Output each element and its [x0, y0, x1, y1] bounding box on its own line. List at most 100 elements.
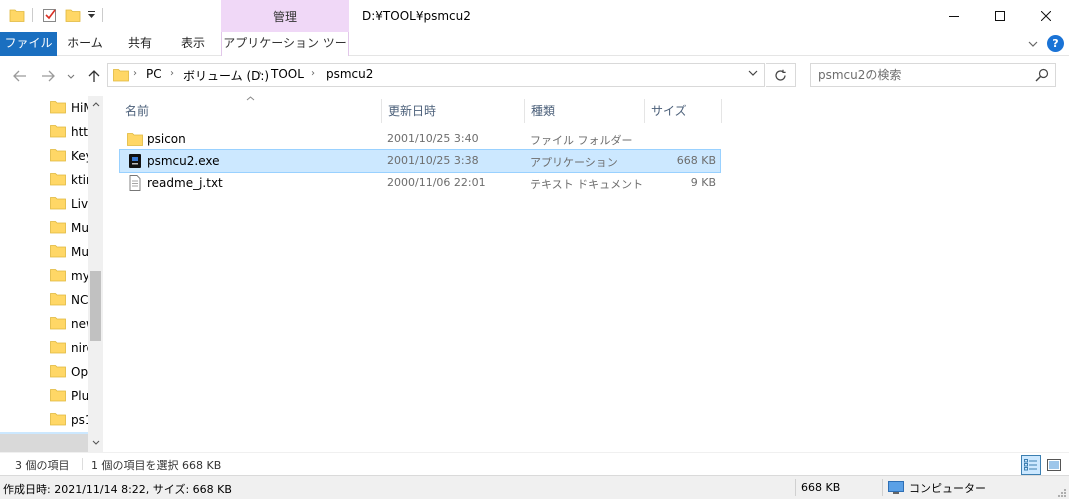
forward-arrow-icon[interactable] [37, 65, 59, 87]
nav-pane-scrollbar[interactable] [88, 96, 103, 452]
computer-icon [888, 481, 904, 494]
location-info: コンピューター [888, 479, 986, 497]
nav-item[interactable]: my [0, 264, 88, 288]
file-name: psicon [147, 132, 186, 146]
file-date: 2001/10/25 3:38 [387, 154, 479, 167]
location-label: コンピューター [909, 482, 986, 495]
nav-item[interactable]: NC [0, 288, 88, 312]
nav-item[interactable]: ps1 [0, 408, 88, 432]
tab-share[interactable]: 共有 [115, 32, 165, 56]
new-folder-icon[interactable] [65, 7, 81, 23]
item-count: 3 個の項目 [15, 459, 70, 472]
column-header-date[interactable]: 更新日時 [381, 99, 524, 123]
nav-item-label: NC [71, 293, 88, 307]
nav-item-label: Mu [71, 245, 88, 259]
address-bar[interactable]: › PC › ボリューム (D:) › TOOL › psmcu2 [107, 63, 765, 87]
nav-item[interactable]: http [0, 120, 88, 144]
file-type: ファイル フォルダー [530, 134, 633, 147]
breadcrumb-chevron-icon[interactable]: › [133, 68, 137, 79]
scroll-down-icon[interactable] [88, 436, 103, 450]
window-title: D:¥TOOL¥psmcu2 [362, 9, 471, 23]
address-history-chevron-icon[interactable] [748, 68, 758, 79]
folder-icon [50, 412, 66, 426]
folder-icon [50, 364, 66, 378]
nav-item[interactable]: niro [0, 336, 88, 360]
large-icons-view-button[interactable] [1044, 455, 1064, 475]
ribbon-tabs: ファイル ホーム 共有 表示 アプリケーション ツール ? [0, 32, 1069, 72]
expand-ribbon-chevron-icon[interactable] [1025, 36, 1041, 52]
close-button[interactable] [1023, 0, 1069, 32]
breadcrumb-chevron-icon[interactable]: › [311, 68, 315, 79]
customize-toolbar-dropdown-icon[interactable] [86, 7, 96, 23]
nav-item-label: Plu [71, 389, 88, 403]
tab-file[interactable]: ファイル [0, 32, 57, 56]
column-header-name[interactable]: 名前 [119, 99, 381, 123]
info-divider [795, 479, 796, 496]
column-header-size[interactable]: サイズ [644, 99, 722, 123]
nav-item[interactable]: Mu [0, 240, 88, 264]
breadcrumb-tool[interactable]: TOOL [271, 67, 304, 81]
search-icon[interactable] [1035, 68, 1049, 82]
nav-item[interactable]: Live [0, 192, 88, 216]
nav-item[interactable]: HiM [0, 96, 88, 120]
file-size-info: 668 KB [801, 481, 841, 494]
help-icon[interactable]: ? [1047, 35, 1064, 52]
nav-item-label: new [71, 317, 88, 331]
properties-icon[interactable] [42, 7, 58, 23]
folder-icon [50, 268, 66, 282]
file-list[interactable]: 名前 更新日時 種類 サイズ psicon 2001/10/25 3:40 ファ… [103, 96, 1069, 452]
breadcrumb-psmcu2[interactable]: psmcu2 [326, 67, 373, 81]
nav-item-label: ktin [71, 173, 88, 187]
nav-item-label: my [71, 269, 88, 283]
nav-item[interactable]: Plu [0, 384, 88, 408]
recent-locations-chevron-icon[interactable] [62, 65, 80, 87]
file-row[interactable]: psicon 2001/10/25 3:40 ファイル フォルダー [120, 128, 720, 150]
toolbar-separator [102, 8, 103, 22]
resize-grip-icon[interactable] [1057, 487, 1067, 497]
nav-item[interactable]: ktin [0, 168, 88, 192]
file-date: 2001/10/25 3:40 [387, 132, 479, 145]
folder-icon[interactable] [9, 7, 25, 23]
tab-home[interactable]: ホーム [60, 32, 110, 56]
tab-view[interactable]: 表示 [168, 32, 218, 56]
file-name: psmcu2.exe [147, 154, 220, 168]
file-row-selected[interactable]: psmcu2.exe 2001/10/25 3:38 アプリケーション 668 … [119, 149, 721, 173]
folder-icon [50, 148, 66, 162]
info-divider [882, 479, 883, 496]
scrollbar-thumb[interactable] [90, 271, 101, 341]
selection-info: 1 個の項目を選択 668 KB [91, 459, 222, 472]
nav-item[interactable]: Key [0, 144, 88, 168]
up-arrow-icon[interactable] [83, 65, 105, 87]
nav-item[interactable]: Mu [0, 216, 88, 240]
search-input[interactable] [811, 64, 1031, 86]
breadcrumb-pc[interactable]: PC [146, 67, 162, 81]
nav-item[interactable]: new [0, 312, 88, 336]
column-header-type[interactable]: 種類 [524, 99, 644, 123]
details-view-button[interactable] [1021, 455, 1041, 475]
folder-icon [50, 340, 66, 354]
nav-item-label: Ope [71, 365, 88, 379]
refresh-icon [775, 69, 786, 81]
tab-application-tools[interactable]: アプリケーション ツール [221, 32, 349, 72]
file-type: アプリケーション [530, 156, 618, 169]
refresh-button[interactable] [766, 63, 796, 87]
folder-icon [50, 124, 66, 138]
search-box[interactable] [810, 63, 1056, 87]
file-row[interactable]: readme_j.txt 2000/11/06 22:01 テキスト ドキュメン… [120, 172, 720, 194]
maximize-button[interactable] [977, 0, 1023, 32]
scroll-up-icon[interactable] [88, 98, 103, 112]
status-separator [82, 458, 83, 470]
breadcrumb-volume-d[interactable]: ボリューム (D:) [183, 67, 269, 84]
breadcrumb-chevron-icon[interactable]: › [258, 68, 262, 79]
nav-item-label: Key [71, 149, 88, 163]
status-bar: 3 個の項目 1 個の項目を選択 668 KB [0, 452, 1069, 475]
back-arrow-icon[interactable] [9, 65, 31, 87]
folder-icon [50, 244, 66, 258]
large-icons-view-icon [1047, 459, 1061, 471]
breadcrumb-chevron-icon[interactable]: › [170, 68, 174, 79]
folder-icon [50, 196, 66, 210]
manage-context-tab[interactable]: 管理 [221, 0, 349, 32]
title-bar: 管理 D:¥TOOL¥psmcu2 [0, 0, 1069, 32]
nav-item[interactable]: Ope [0, 360, 88, 384]
minimize-button[interactable] [931, 0, 977, 32]
